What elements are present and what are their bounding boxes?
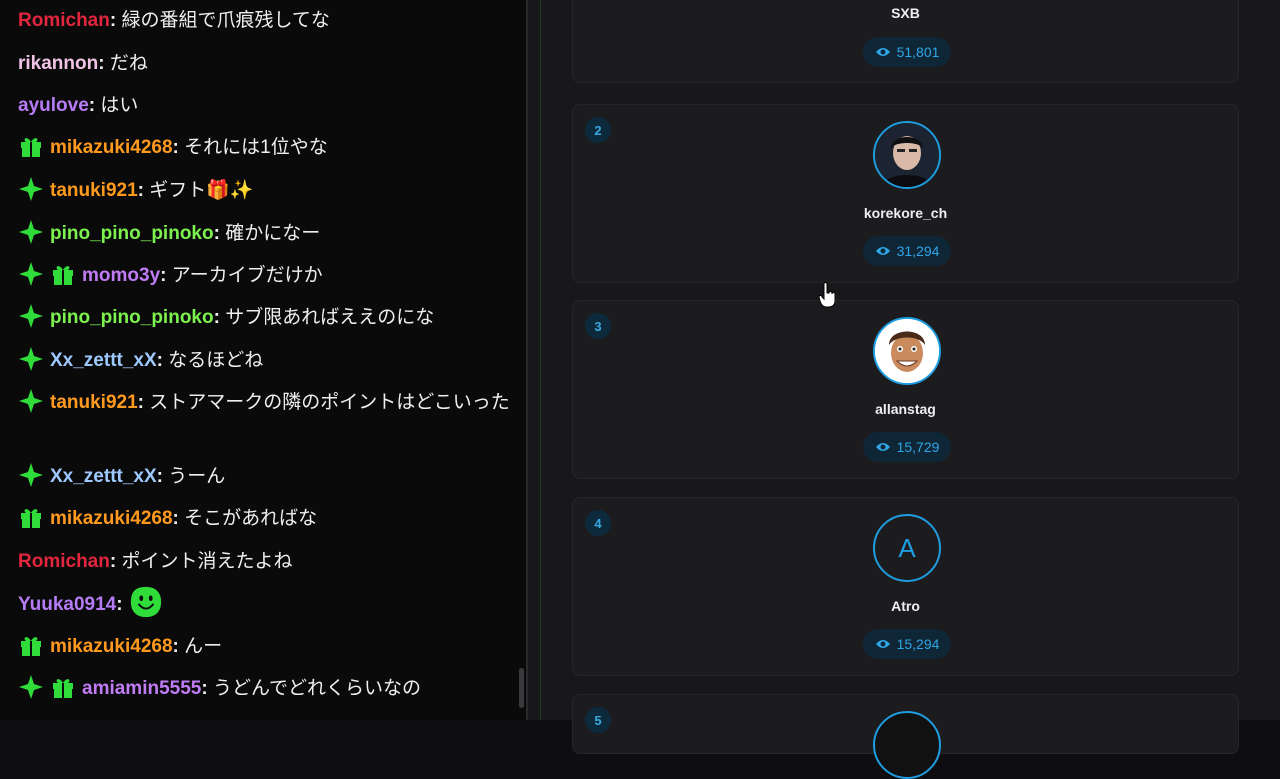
chat-text: ギフト🎁✨	[149, 180, 254, 201]
view-count: 15,294	[896, 636, 940, 652]
view-count-badge: 15,294	[863, 629, 951, 659]
chat-text: うどんでどれくらいなの	[212, 678, 422, 699]
rank-badge: 4	[585, 510, 611, 536]
sparkle-icon	[19, 303, 43, 328]
leaderboard-card[interactable]: 3 allanstag 15,729	[572, 300, 1239, 479]
leaderboard-card[interactable]: SXB 51,801	[572, 0, 1239, 83]
chat-message: pino_pino_pinoko: サブ限あればええのにな	[18, 302, 510, 333]
rank-badge: 5	[585, 707, 611, 733]
chat-message: momo3y: アーカイブだけか	[18, 260, 510, 291]
sparkle-icon	[19, 219, 43, 244]
view-count: 51,801	[896, 44, 940, 60]
chat-panel: Romichan: 緑の番組で爪痕残してな rikannon: だね ayulo…	[0, 0, 526, 720]
chat-message: Romichan: 緑の番組で爪痕残してな	[18, 10, 330, 31]
gift-icon	[21, 637, 41, 656]
hand-cursor-icon	[819, 282, 835, 308]
chat-message: mikazuki4268: んー	[18, 631, 510, 662]
panel-edge	[540, 0, 541, 720]
chat-username[interactable]: tanuki921	[50, 180, 138, 201]
chat-username[interactable]: amiamin5555	[82, 678, 201, 699]
chat-username[interactable]: rikannon	[18, 53, 98, 74]
chat-username[interactable]: Romichan	[18, 10, 110, 31]
sparkle-icon	[19, 346, 43, 371]
channel-name[interactable]: Atro	[573, 598, 1238, 614]
chat-message: mikazuki4268: そこがあればな	[18, 503, 510, 534]
rank-badge: 3	[585, 313, 611, 339]
chat-scrollbar[interactable]	[519, 668, 524, 708]
chat-username[interactable]: pino_pino_pinoko	[50, 307, 214, 328]
gift-icon	[53, 266, 73, 285]
chat-username[interactable]: Xx_zettt_xX	[50, 466, 157, 487]
sparkle-icon	[19, 261, 43, 286]
chat-text: ポイント消えたよね	[121, 551, 293, 572]
chat-message: tanuki921: ギフト🎁✨	[18, 175, 510, 206]
chat-username[interactable]: ayulove	[18, 95, 89, 116]
sparkle-icon	[19, 176, 43, 201]
cartoon-avatar[interactable]	[873, 317, 941, 385]
chat-text: それには1位やな	[184, 137, 328, 158]
leaderboard-card[interactable]: 2 korekore_ch 31,294	[572, 104, 1239, 283]
chat-text: サブ限あればええのにな	[225, 307, 435, 328]
eye-icon	[875, 48, 890, 56]
leaderboard-card[interactable]: 4 A Atro 15,294	[572, 497, 1239, 676]
chat-message: ayulove: はい	[18, 95, 139, 116]
rank-badge: 2	[585, 117, 611, 143]
chat-text: そこがあればな	[184, 508, 318, 529]
channel-name[interactable]: korekore_ch	[573, 205, 1238, 221]
gift-icon	[21, 509, 41, 528]
chat-username[interactable]: Romichan	[18, 551, 110, 572]
chat-username[interactable]: mikazuki4268	[50, 636, 173, 657]
chat-text: 確かになー	[225, 223, 321, 244]
view-count: 15,729	[896, 439, 940, 455]
chat-text: アーカイブだけか	[171, 265, 323, 286]
chat-username[interactable]: mikazuki4268	[50, 508, 173, 529]
chat-text: ストアマークの隣のポイントはどこいった	[149, 392, 510, 413]
channel-name[interactable]: allanstag	[573, 401, 1238, 417]
chat-message: Xx_zettt_xX: なるほどね	[18, 345, 510, 376]
letter-avatar[interactable]: A	[873, 514, 941, 582]
eye-icon	[875, 443, 890, 451]
chat-text: はい	[100, 95, 139, 116]
gift-icon	[21, 138, 41, 157]
chat-username[interactable]: momo3y	[82, 265, 160, 286]
channel-name[interactable]: SXB	[573, 5, 1238, 21]
chat-text: んー	[184, 636, 223, 657]
chat-message: tanuki921: ストアマークの隣のポイントはどこいった	[18, 387, 510, 418]
chat-message: pino_pino_pinoko: 確かになー	[18, 218, 510, 249]
chat-username[interactable]: Yuuka0914	[18, 594, 116, 615]
view-count-badge: 15,729	[863, 432, 951, 462]
person-avatar[interactable]	[873, 121, 941, 189]
avatar[interactable]	[873, 711, 941, 779]
chat-message: mikazuki4268: それには1位やな	[18, 132, 510, 163]
chat-text: だね	[109, 53, 148, 74]
chat-username[interactable]: mikazuki4268	[50, 137, 173, 158]
chat-username[interactable]: tanuki921	[50, 392, 138, 413]
chat-text: 緑の番組で爪痕残してな	[121, 10, 330, 31]
gift-icon	[53, 679, 73, 698]
chat-text: なるほどね	[168, 350, 264, 371]
view-count-badge: 51,801	[863, 37, 951, 67]
chat-message: rikannon: だね	[18, 53, 148, 74]
chat-text: うーん	[168, 466, 226, 487]
avatar-letter: A	[898, 532, 916, 563]
chat-username[interactable]: Xx_zettt_xX	[50, 350, 157, 371]
chat-username[interactable]: pino_pino_pinoko	[50, 223, 214, 244]
eye-icon	[875, 640, 890, 648]
sparkle-icon	[19, 674, 43, 699]
eye-icon	[875, 247, 890, 255]
chat-message: amiamin5555: うどんでどれくらいなの	[18, 673, 510, 704]
view-count-badge: 31,294	[863, 236, 951, 266]
green-smile-emote	[130, 586, 161, 618]
chat-message: Romichan: ポイント消えたよね	[18, 551, 293, 572]
leaderboard-card[interactable]: 5	[572, 694, 1239, 779]
chat-message: Yuuka0914:	[18, 586, 510, 622]
sparkle-icon	[19, 388, 43, 413]
sparkle-icon	[19, 462, 43, 487]
view-count: 31,294	[896, 243, 940, 259]
chat-message: Xx_zettt_xX: うーん	[18, 461, 510, 492]
